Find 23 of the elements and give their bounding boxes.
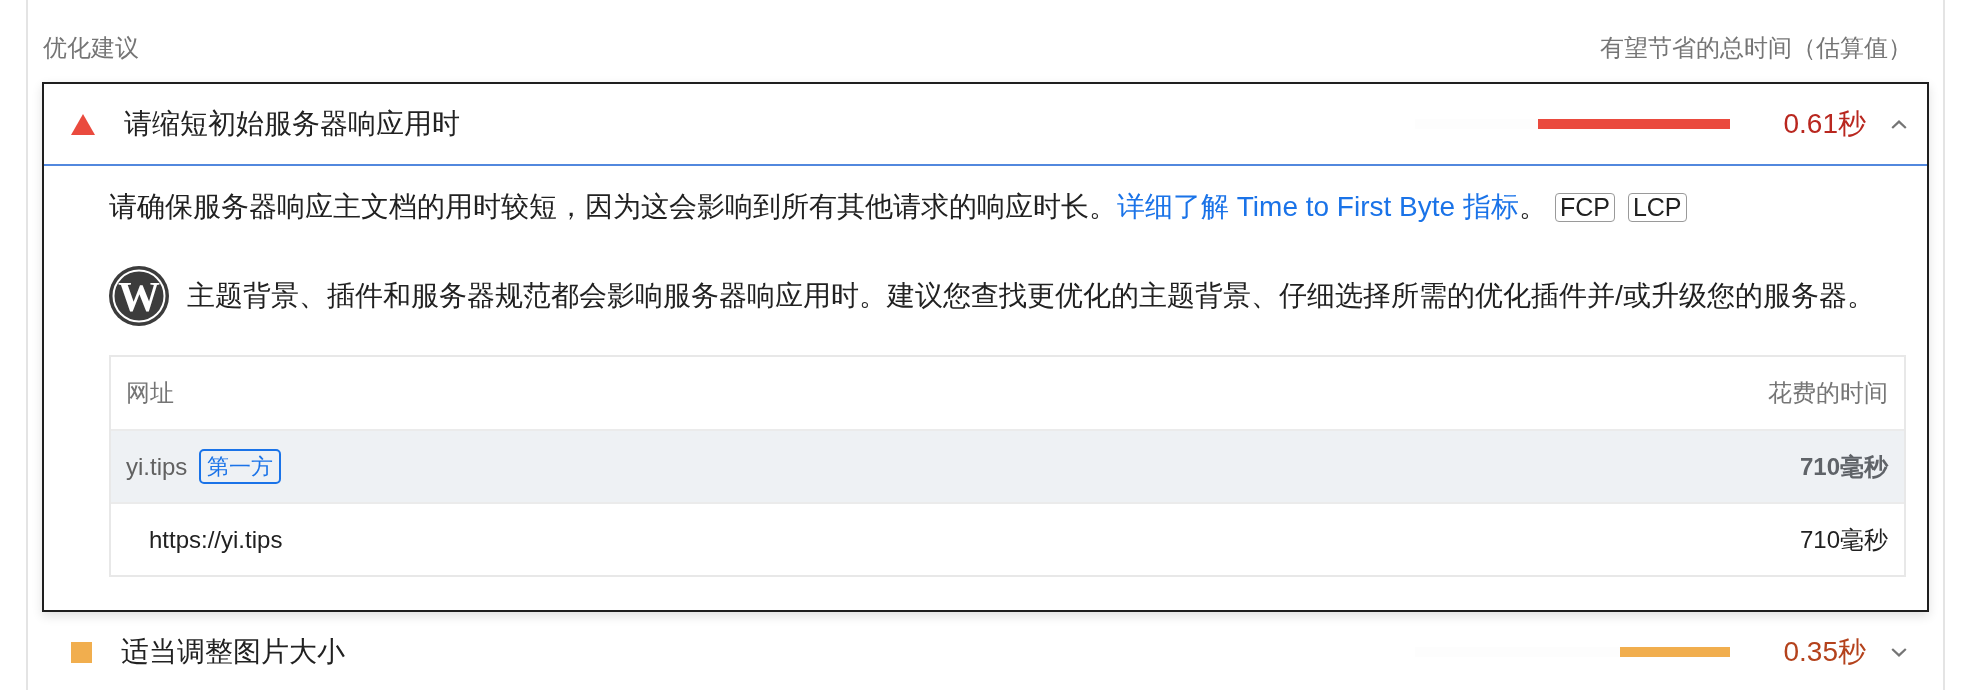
time-cell-text: 710毫秒 xyxy=(1799,451,1888,482)
w-logo: W xyxy=(109,266,169,326)
url-cell: yi.tips xyxy=(126,452,188,481)
audit-description: 请确保服务器响应主文档的用时较短，因为这会影响到所有其他请求的响应时长。详细了解 Time to First Byte 指标。 xyxy=(109,190,1547,224)
audit-title: 适当调整图片大小 xyxy=(121,635,346,669)
first-party-badge: 第一方 xyxy=(199,449,282,484)
metric-tag: FCP xyxy=(1554,192,1615,222)
savings-value: 0.61秒 xyxy=(1783,107,1866,141)
stack-note-text: 主题背景、插件和服务器规范都会影响服务器响应用时。建议您查找更优化的主题背景、仔细选择所需的优化插件并/或升级您的服务器。 xyxy=(187,279,1875,313)
column-header: 网址 xyxy=(126,378,174,408)
chevron-up-icon[interactable] xyxy=(1891,119,1907,129)
learn-more-link[interactable]: 详细了解 Time to First Byte 指标 xyxy=(1117,191,1519,222)
audit-title: 请缩短初始服务器响应用时 xyxy=(124,107,461,141)
metric-tag: LCP xyxy=(1627,192,1687,222)
savings-value: 0.35秒 xyxy=(1783,635,1866,669)
section-title: 优化建议 xyxy=(43,33,139,63)
chevron-down-icon[interactable] xyxy=(1891,647,1907,657)
time-cell-text: 710毫秒 xyxy=(1799,524,1888,555)
square-icon xyxy=(71,641,92,663)
triangle-icon xyxy=(71,113,95,135)
column-header: 花费的时间 xyxy=(1768,378,1888,408)
url-cell: https://yi.tips xyxy=(149,525,283,554)
savings-column-label: 有望节省的总时间（估算值） xyxy=(1600,33,1912,63)
